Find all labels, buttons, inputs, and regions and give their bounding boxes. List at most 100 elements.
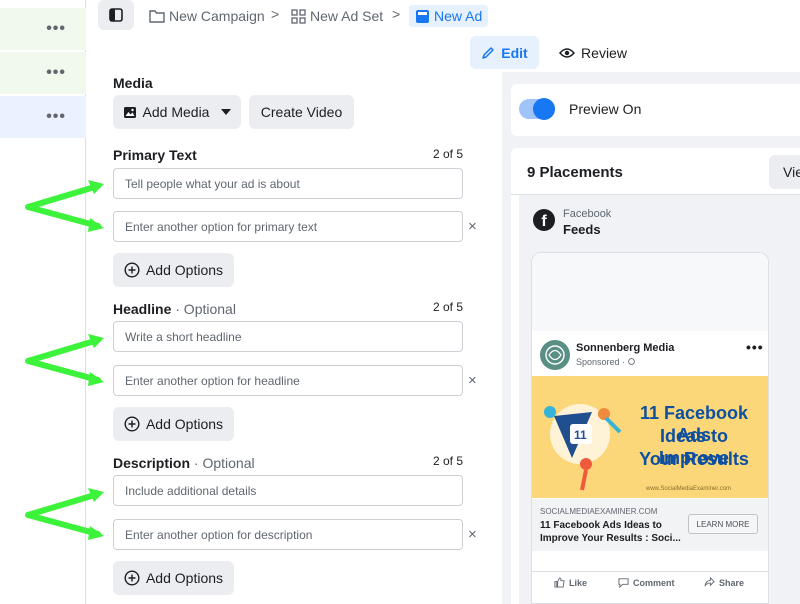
sponsored-text: Sponsored ·: [576, 357, 628, 367]
grid-icon: [291, 8, 306, 24]
caret-down-icon: [221, 109, 232, 115]
pencil-icon: [482, 46, 495, 59]
remove-description-close-icon[interactable]: ×: [468, 526, 477, 543]
adset-row-more-icon[interactable]: •••: [0, 52, 86, 94]
preview-on-label: Preview On: [569, 101, 642, 117]
ad-row-more-icon[interactable]: •••: [0, 96, 86, 138]
add-media-label: Add Media: [142, 104, 210, 120]
toggle-knob: [533, 98, 555, 120]
add-media-button[interactable]: Add Media: [113, 95, 241, 129]
svg-text:11: 11: [574, 428, 587, 442]
plus-circle-icon: [124, 262, 140, 278]
creative-illustration-icon: 11: [544, 404, 622, 491]
review-mode-button[interactable]: Review: [553, 36, 633, 69]
phone-status-area: [532, 253, 768, 331]
remove-headline-close-icon[interactable]: ×: [468, 372, 477, 389]
link-domain: SOCIALMEDIAEXAMINER.COM: [540, 507, 658, 516]
add-headline-options-button[interactable]: Add Options: [113, 407, 234, 441]
primary-text-field-1[interactable]: Tell people what your ad is about: [113, 168, 463, 199]
feed-preview-area: f Facebook Feeds Sonnenberg Media Sponso…: [519, 195, 800, 604]
top-bar: New Campaign > New Ad Set > New Ad: [87, 0, 800, 32]
link-headline: 11 Facebook Ads Ideas to Improve Your Re…: [540, 520, 681, 544]
sponsored-label: Sponsored ·: [576, 357, 635, 367]
page-avatar: [540, 340, 570, 370]
add-options-label: Add Options: [145, 570, 224, 586]
ad-creative-form: Media Add Media Create Video Primary Tex…: [96, 72, 496, 604]
sidebar-panel-icon: [109, 8, 123, 22]
plus-circle-icon: [124, 570, 140, 586]
edit-mode-button[interactable]: Edit: [470, 36, 539, 69]
phone-mockup: Sonnenberg Media Sponsored · ••• 11 11 F…: [531, 252, 769, 604]
sidebar-toggle-button[interactable]: [98, 0, 134, 30]
comment-icon: [618, 578, 629, 588]
placements-title: 9 Placements: [527, 164, 623, 181]
review-label: Review: [581, 44, 627, 61]
breadcrumb-campaign[interactable]: New Campaign: [149, 5, 265, 27]
placement-name: Feeds: [563, 222, 601, 237]
annotation-arrow-icon: [25, 180, 104, 232]
annotation-arrow-icon: [25, 488, 104, 540]
thumbs-up-icon: [554, 577, 565, 588]
remove-primary-text-close-icon[interactable]: ×: [468, 218, 477, 235]
platform-name: Facebook: [563, 208, 612, 220]
creative-url: www.SocialMediaExaminer.com: [646, 486, 732, 492]
breadcrumb-chevron-icon: >: [392, 6, 401, 22]
plus-circle-icon: [124, 416, 140, 432]
eye-icon: [559, 47, 576, 58]
breadcrumb-adset[interactable]: New Ad Set: [291, 5, 383, 27]
description-optional-label: · Optional: [193, 455, 255, 471]
breadcrumb-ad[interactable]: New Ad: [409, 5, 489, 27]
link-preview-bar[interactable]: SOCIALMEDIAEXAMINER.COM 11 Facebook Ads …: [532, 499, 768, 551]
preview-toggle-switch[interactable]: [519, 98, 555, 120]
facebook-logo-icon: f: [533, 209, 555, 231]
share-icon: [704, 577, 715, 587]
folder-icon: [149, 10, 165, 23]
leaf-logo-icon: [545, 345, 565, 365]
comment-label: Comment: [633, 577, 675, 588]
description-title-text: Description: [113, 455, 191, 471]
creative-headline-line-3: Your Results: [639, 449, 749, 469]
description-field-1[interactable]: Include additional details: [113, 475, 463, 506]
description-title: Description · Optional: [113, 455, 255, 471]
add-options-label: Add Options: [145, 262, 224, 278]
share-action[interactable]: Share: [704, 577, 744, 588]
ad-creative-image: 11 11 Facebook Ads Ideas to Improve Your…: [532, 376, 768, 498]
like-action[interactable]: Like: [554, 577, 587, 588]
headline-title: Headline · Optional: [113, 301, 236, 317]
page-name: Sonnenberg Media: [576, 342, 675, 354]
like-label: Like: [569, 577, 588, 588]
headline-title-text: Headline: [113, 301, 172, 317]
share-label: Share: [719, 577, 745, 588]
create-video-button[interactable]: Create Video: [249, 95, 354, 129]
image-icon: [123, 106, 136, 118]
view-placements-button[interactable]: Vie: [769, 155, 800, 189]
primary-text-title: Primary Text: [113, 147, 197, 163]
description-field-2[interactable]: Enter another option for description: [113, 519, 463, 550]
ad-preview-panel: Preview On 9 Placements Vie f Facebook F…: [502, 72, 800, 604]
edit-label: Edit: [501, 44, 528, 61]
headline-optional-label: · Optional: [175, 301, 236, 317]
description-count: 2 of 5: [433, 454, 464, 468]
placements-card: 9 Placements Vie f Facebook Feeds Sonnen…: [511, 148, 800, 604]
add-description-options-button[interactable]: Add Options: [113, 561, 234, 595]
breadcrumb-ad-label: New Ad: [434, 8, 483, 24]
primary-text-field-2[interactable]: Enter another option for primary text: [113, 211, 463, 242]
post-more-icon[interactable]: •••: [746, 339, 764, 355]
annotation-arrow-icon: [25, 334, 104, 386]
headline-field-1[interactable]: Write a short headline: [113, 321, 463, 352]
headline-field-2[interactable]: Enter another option for headline: [113, 365, 463, 396]
headline-count: 2 of 5: [433, 300, 464, 314]
preview-toggle-row: Preview On: [511, 84, 800, 136]
campaign-row-more-icon[interactable]: •••: [0, 8, 86, 50]
breadcrumb-adset-label: New Ad Set: [310, 8, 384, 24]
post-actions-bar: Like Comment Share: [532, 571, 768, 593]
comment-action[interactable]: Comment: [618, 577, 675, 588]
breadcrumb-chevron-icon: >: [271, 6, 280, 22]
primary-text-count: 2 of 5: [433, 147, 464, 161]
media-title: Media: [113, 75, 153, 91]
ad-icon: [416, 9, 429, 23]
learn-more-button[interactable]: LEARN MORE: [688, 514, 758, 534]
globe-icon: [627, 358, 635, 365]
add-options-label: Add Options: [145, 416, 224, 432]
add-primary-text-options-button[interactable]: Add Options: [113, 253, 234, 287]
